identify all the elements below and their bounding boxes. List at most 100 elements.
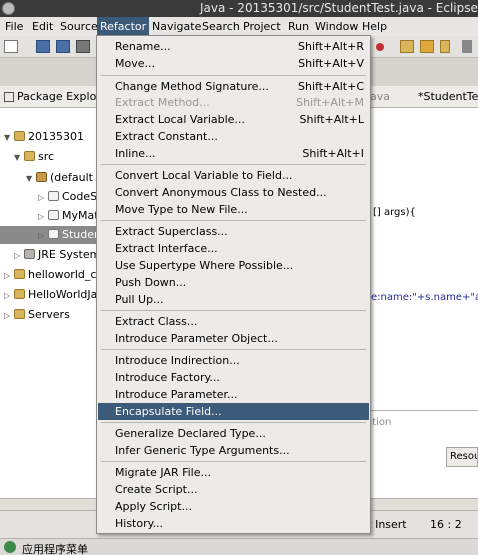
- menu-item-label: Convert Local Variable to Field...: [115, 169, 293, 182]
- menu-item-label: Create Script...: [115, 483, 198, 496]
- project-icon: [14, 289, 25, 299]
- menu-separator: [101, 220, 366, 221]
- tree-item-servers[interactable]: ▷ Servers: [4, 306, 70, 324]
- application-menu-label[interactable]: 应用程序菜单: [22, 541, 88, 555]
- tree-item-codest[interactable]: ▷ CodeSt: [38, 188, 101, 206]
- menu-item-extract-class[interactable]: Extract Class...: [98, 313, 369, 330]
- menu-refactor[interactable]: Refactor: [97, 17, 150, 36]
- new-icon[interactable]: [4, 40, 18, 53]
- menu-item-change-method-signature[interactable]: Change Method Signature... Shift+Alt+C: [98, 78, 369, 95]
- menu-item-label: Apply Script...: [115, 500, 192, 513]
- expand-arrow-icon[interactable]: ▼: [26, 170, 34, 188]
- menu-item-label: Use Supertype Where Possible...: [115, 259, 294, 272]
- menu-item-generalize-declared-type[interactable]: Generalize Declared Type...: [98, 425, 369, 442]
- collapse-arrow-icon[interactable]: ▷: [4, 287, 12, 305]
- tree-item-helloworldjava[interactable]: ▷ HelloWorldJava: [4, 286, 111, 304]
- package-explorer-tab[interactable]: Package Explorer: [0, 86, 112, 108]
- print-icon[interactable]: [76, 40, 90, 53]
- menu-item-label: Introduce Indirection...: [115, 354, 240, 367]
- menu-item-move[interactable]: Move... Shift+Alt+V: [98, 55, 369, 72]
- menu-item-history[interactable]: History...: [98, 515, 369, 532]
- save-icon[interactable]: [36, 40, 50, 53]
- menu-item-convert-local-variable[interactable]: Convert Local Variable to Field...: [98, 167, 369, 184]
- menu-item-label: Convert Anonymous Class to Nested...: [115, 186, 327, 199]
- menu-item-label: Infer Generic Type Arguments...: [115, 444, 290, 457]
- tree-label: src: [38, 150, 55, 163]
- menu-separator: [101, 422, 366, 423]
- menu-separator: [101, 164, 366, 165]
- collapse-arrow-icon[interactable]: ▷: [4, 307, 12, 325]
- menu-item-label: Move...: [115, 57, 155, 70]
- editor-tab-java[interactable]: ava: [370, 90, 390, 103]
- menu-search[interactable]: Search: [199, 17, 243, 36]
- menu-item-label: Migrate JAR File...: [115, 466, 211, 479]
- menu-item-extract-constant[interactable]: Extract Constant...: [98, 128, 369, 145]
- menu-item-inline[interactable]: Inline... Shift+Alt+I: [98, 145, 369, 162]
- refactor-dropdown-menu: Rename... Shift+Alt+R Move... Shift+Alt+V …: [96, 35, 371, 534]
- menu-item-label: Extract Method...: [115, 96, 210, 109]
- source-folder-icon: [24, 151, 35, 161]
- open-type-icon[interactable]: [420, 40, 434, 53]
- menu-item-introduce-indirection[interactable]: Introduce Indirection...: [98, 352, 369, 369]
- pencil-icon[interactable]: [440, 40, 450, 53]
- resources-tab[interactable]: Resou: [446, 447, 478, 467]
- java-file-icon: [48, 191, 59, 201]
- collapse-arrow-icon[interactable]: ▷: [38, 189, 46, 207]
- tree-item-default-package[interactable]: ▼ (default p: [26, 169, 103, 187]
- menu-item-extract-local-variable[interactable]: Extract Local Variable... Shift+Alt+L: [98, 111, 369, 128]
- stop-icon[interactable]: [376, 43, 384, 51]
- menu-window[interactable]: Window: [312, 17, 361, 36]
- menu-item-introduce-parameter-object[interactable]: Introduce Parameter Object...: [98, 330, 369, 347]
- collapse-arrow-icon[interactable]: ▷: [4, 267, 12, 285]
- application-menu-icon[interactable]: [4, 541, 16, 553]
- menu-item-extract-method: Extract Method... Shift+Alt+M: [98, 94, 369, 111]
- menu-item-introduce-factory[interactable]: Introduce Factory...: [98, 369, 369, 386]
- eclipse-app-icon[interactable]: [2, 2, 15, 15]
- menu-item-extract-interface[interactable]: Extract Interface...: [98, 240, 369, 257]
- package-explorer-icon: [4, 92, 14, 102]
- tree-item-src[interactable]: ▼ src: [14, 148, 54, 166]
- menu-item-move-type-to-new-file[interactable]: Move Type to New File...: [98, 201, 369, 218]
- open-folder-icon[interactable]: [400, 40, 414, 53]
- code-line-print: e:name:"+s.name+"age: [371, 292, 478, 303]
- expand-arrow-icon[interactable]: ▼: [14, 149, 22, 167]
- menu-item-migrate-jar-file[interactable]: Migrate JAR File...: [98, 464, 369, 481]
- tree-item-mymat[interactable]: ▷ MyMat: [38, 207, 99, 225]
- menu-item-encapsulate-field[interactable]: Encapsulate Field...: [98, 403, 369, 420]
- menu-navigate[interactable]: Navigate: [149, 17, 204, 36]
- search-toolbar-icon[interactable]: [462, 40, 472, 53]
- menu-item-apply-script[interactable]: Apply Script...: [98, 498, 369, 515]
- menu-item-push-down[interactable]: Push Down...: [98, 274, 369, 291]
- menu-item-pull-up[interactable]: Pull Up...: [98, 291, 369, 308]
- expand-arrow-icon[interactable]: ▼: [4, 129, 12, 147]
- menu-item-label: Extract Local Variable...: [115, 113, 245, 126]
- menu-help[interactable]: Help: [359, 17, 390, 36]
- menu-item-extract-superclass[interactable]: Extract Superclass...: [98, 223, 369, 240]
- menu-file[interactable]: File: [2, 17, 26, 36]
- collapse-arrow-icon[interactable]: ▷: [38, 208, 46, 226]
- editor-tab-studenttest[interactable]: *StudentTest: [418, 90, 478, 103]
- code-line-main: [] args){: [373, 207, 416, 218]
- desktop-taskbar: 应用程序菜单: [0, 538, 478, 555]
- collapse-arrow-icon[interactable]: ▷: [38, 227, 46, 245]
- menu-item-rename[interactable]: Rename... Shift+Alt+R: [98, 38, 369, 55]
- menu-item-introduce-parameter[interactable]: Introduce Parameter...: [98, 386, 369, 403]
- menu-project[interactable]: Project: [240, 17, 284, 36]
- tree-item-helloworld-c[interactable]: ▷ helloworld_c: [4, 266, 96, 284]
- tree-item-studentest[interactable]: ▷ Studen: [0, 226, 101, 245]
- menu-item-create-script[interactable]: Create Script...: [98, 481, 369, 498]
- menu-item-label: Push Down...: [115, 276, 187, 289]
- collapse-arrow-icon[interactable]: ▷: [14, 247, 22, 265]
- menu-source[interactable]: Source: [57, 17, 101, 36]
- menu-item-use-supertype[interactable]: Use Supertype Where Possible...: [98, 257, 369, 274]
- save-all-icon[interactable]: [56, 40, 70, 53]
- menu-item-convert-anonymous-class[interactable]: Convert Anonymous Class to Nested...: [98, 184, 369, 201]
- menu-run[interactable]: Run: [285, 17, 312, 36]
- menu-separator: [101, 75, 366, 76]
- menu-edit[interactable]: Edit: [29, 17, 56, 36]
- menu-bar: File Edit Source Refactor Navigate Searc…: [0, 17, 478, 36]
- menu-item-label: Encapsulate Field...: [115, 405, 222, 418]
- menu-item-infer-generic-type-arguments[interactable]: Infer Generic Type Arguments...: [98, 442, 369, 459]
- tree-item-project[interactable]: ▼ 20135301: [4, 128, 84, 146]
- menu-item-shortcut: Shift+Alt+C: [297, 80, 364, 93]
